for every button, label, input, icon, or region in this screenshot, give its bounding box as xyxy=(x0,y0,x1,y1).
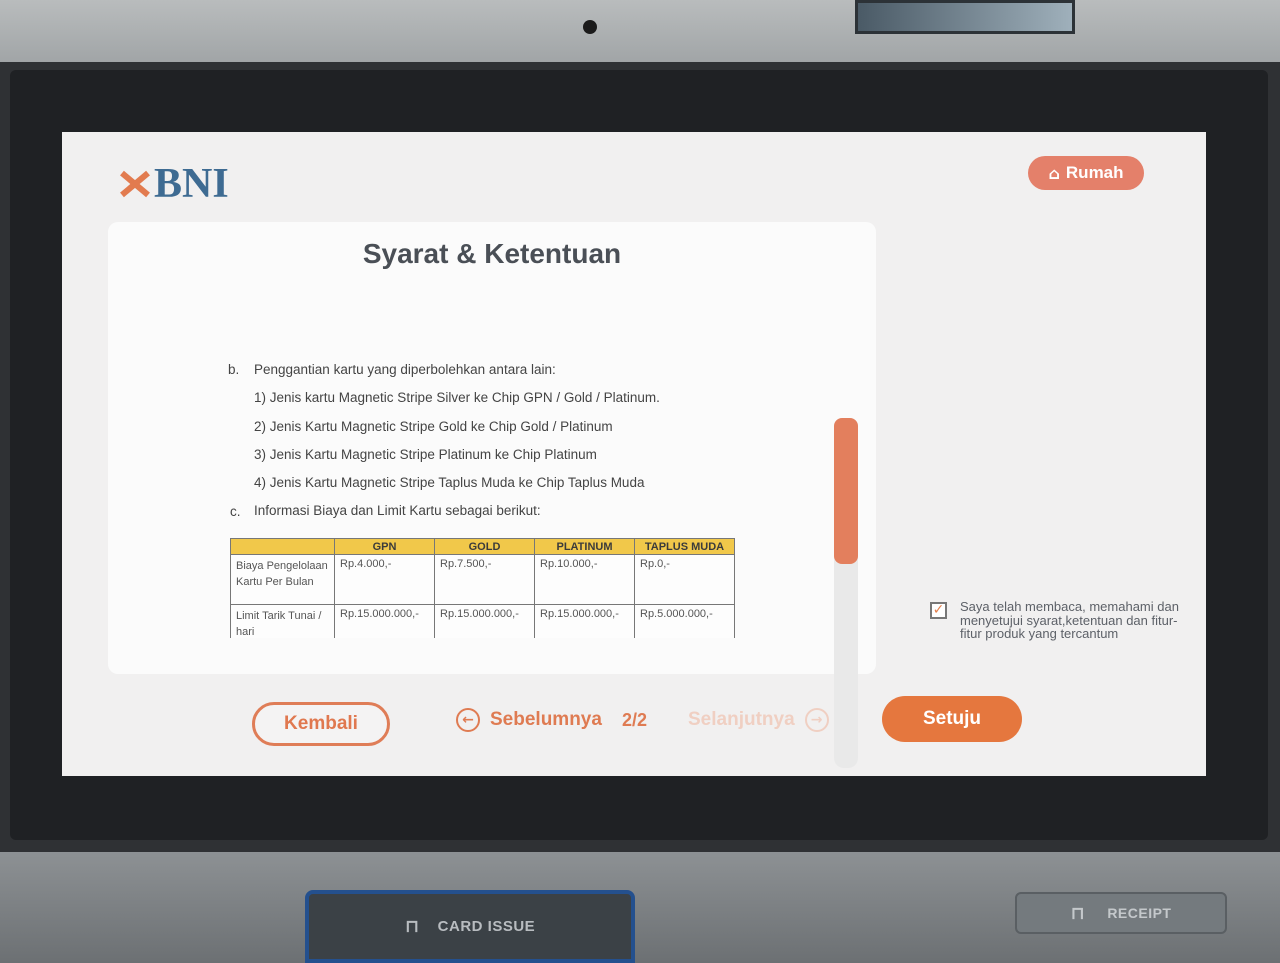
arrow-right-circle-icon: → xyxy=(804,708,829,732)
atm-screen: BNI ⌂ Rumah Syarat & Ketentuan b. Pengga… xyxy=(62,132,1206,776)
scrollbar-thumb[interactable] xyxy=(834,418,858,564)
term-line-1: 1) Jenis kartu Magnetic Stripe Silver ke… xyxy=(254,390,660,405)
term-line-c: Informasi Biaya dan Limit Kartu sebagai … xyxy=(254,503,541,518)
table-cell: Rp.7.500,- xyxy=(434,554,535,605)
checkmark-icon: ✓ xyxy=(932,602,945,618)
table-header-cell: PLATINUM xyxy=(534,538,635,555)
table-header-cell: GPN xyxy=(334,538,435,555)
table-cell: Rp.15.000.000,- xyxy=(434,604,535,638)
table-cell: Rp.0,- xyxy=(634,554,735,605)
term-line-4: 4) Jenis Kartu Magnetic Stripe Taplus Mu… xyxy=(254,475,645,490)
term-line-3: 3) Jenis Kartu Magnetic Stripe Platinum … xyxy=(254,447,597,462)
term-line-2: 2) Jenis Kartu Magnetic Stripe Gold ke C… xyxy=(254,419,613,434)
bni-logo: BNI xyxy=(118,160,229,208)
agreement-checkbox[interactable]: ✓ xyxy=(930,602,947,619)
page-indicator: 2/2 xyxy=(622,710,648,730)
table-cell: Rp.5.000.000,- xyxy=(634,604,735,638)
kiosk-top-window xyxy=(855,0,1075,34)
kiosk-top-panel xyxy=(0,0,1280,70)
fee-limit-table: GPN GOLD PLATINUM TAPLUS MUDA Biaya Peng… xyxy=(230,538,735,638)
receipt-slot-label: RECEIPT xyxy=(1107,905,1172,921)
back-button[interactable]: Kembali xyxy=(252,702,390,746)
agreement-text: Saya telah membaca, memahami dan menyetu… xyxy=(960,599,1179,641)
table-header-cell: TAPLUS MUDA xyxy=(634,538,735,555)
table-header-cell: GOLD xyxy=(434,538,535,555)
terms-panel: Syarat & Ketentuan b. Penggantian kartu … xyxy=(108,222,876,768)
next-page-label: Selanjutnya xyxy=(688,709,795,730)
bni-logo-mark-icon xyxy=(118,169,150,199)
table-header-row: GPN GOLD PLATINUM TAPLUS MUDA xyxy=(230,538,735,555)
term-marker-b: b. xyxy=(228,362,240,377)
receipt-slot-icon: ⊓ xyxy=(1070,902,1086,924)
home-icon: ⌂ xyxy=(1048,163,1060,183)
table-header-cell xyxy=(230,538,335,555)
home-button[interactable]: ⌂ Rumah xyxy=(1028,156,1144,190)
card-slot-label: CARD ISSUE xyxy=(437,918,536,935)
previous-page-label: Sebelumnya xyxy=(490,709,602,730)
back-button-label: Kembali xyxy=(284,713,358,734)
agree-button[interactable]: Setuju xyxy=(882,696,1022,742)
card-issue-slot: ⊓ CARD ISSUE xyxy=(305,890,635,963)
camera-lens xyxy=(583,20,597,34)
table-row-label: Limit Tarik Tunai / hari xyxy=(230,604,335,638)
next-page-button[interactable]: Selanjutnya → xyxy=(688,708,829,732)
agree-button-label: Setuju xyxy=(922,708,982,729)
table-cell: Rp.4.000,- xyxy=(334,554,435,605)
terms-content[interactable]: b. Penggantian kartu yang diperbolehkan … xyxy=(228,362,828,638)
table-row: Limit Tarik Tunai / hari Rp.15.000.000,-… xyxy=(230,604,735,638)
table-cell: Rp.15.000.000,- xyxy=(534,604,635,638)
bni-logo-text: BNI xyxy=(154,161,229,207)
receipt-slot: ⊓ RECEIPT xyxy=(1015,892,1227,934)
term-line-b: Penggantian kartu yang diperbolehkan ant… xyxy=(254,362,556,377)
table-row: Biaya Pengelolaan Kartu Per Bulan Rp.4.0… xyxy=(230,554,735,605)
previous-page-button[interactable]: ← Sebelumnya xyxy=(456,708,602,732)
term-marker-c: c. xyxy=(230,504,241,519)
card-slot-icon: ⊓ xyxy=(404,916,420,937)
arrow-left-circle-icon: ← xyxy=(456,708,480,732)
table-row-label: Biaya Pengelolaan Kartu Per Bulan xyxy=(230,554,335,605)
home-button-label: Rumah xyxy=(1065,163,1124,182)
table-cell: Rp.10.000,- xyxy=(534,554,635,605)
table-cell: Rp.15.000.000,- xyxy=(334,604,435,638)
page-title: Syarat & Ketentuan xyxy=(362,238,622,269)
scrollbar-track[interactable] xyxy=(834,418,858,768)
